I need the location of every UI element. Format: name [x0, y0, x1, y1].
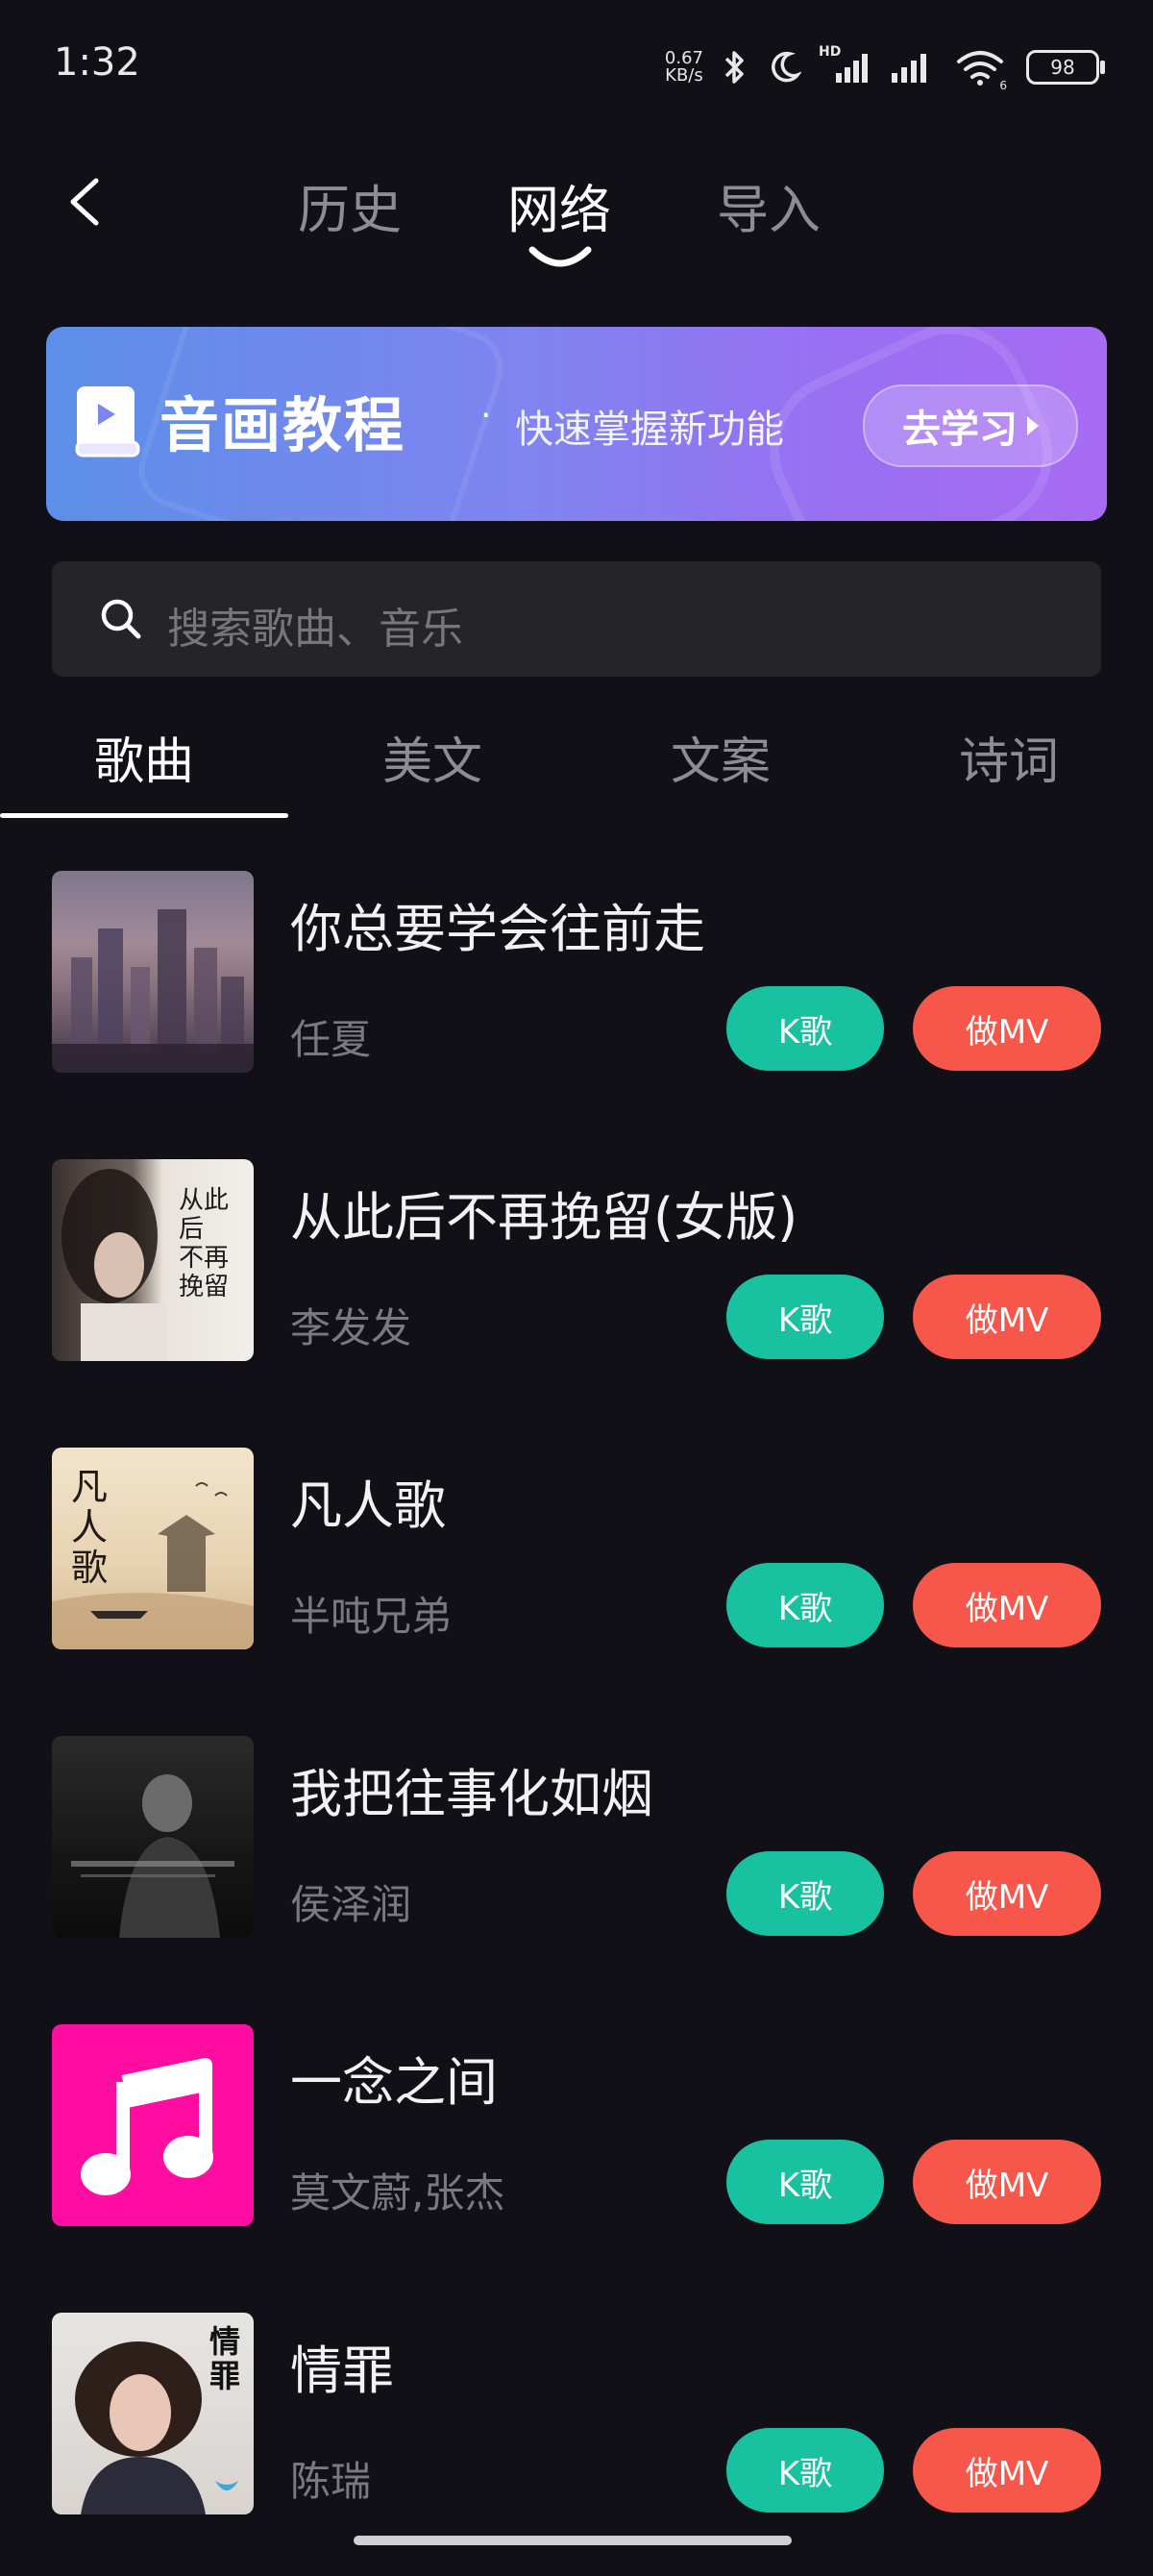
song-artist: 李发发: [290, 1304, 412, 1351]
net-speed: 0.67 KB/s: [664, 48, 703, 86]
song-artist: 陈瑞: [290, 2458, 372, 2505]
karaoke-button[interactable]: K歌: [726, 1851, 884, 1936]
album-cover-text: 从此后 不再挽留: [179, 1186, 230, 1301]
make-mv-button[interactable]: 做MV: [913, 1275, 1101, 1359]
tab-history[interactable]: 历史: [298, 167, 402, 243]
song-title: 一念之间: [290, 2052, 498, 2113]
karaoke-button[interactable]: K歌: [726, 2140, 884, 2224]
category-tab-underline: [0, 813, 288, 818]
karaoke-button[interactable]: K歌: [726, 986, 884, 1071]
banner-title: 音画教程: [159, 390, 406, 460]
song-title: 我把往事化如烟: [290, 1764, 653, 1824]
banner-separator: ·: [480, 396, 492, 435]
tab-network-label: 网络: [507, 180, 611, 240]
karaoke-button[interactable]: K歌: [726, 1563, 884, 1647]
song-row[interactable]: 你总要学会往前走 任夏 K歌 做MV: [0, 846, 1153, 1134]
tab-copywriting[interactable]: 文案: [671, 721, 771, 793]
top-header: 历史 网络 导入: [0, 154, 1153, 269]
back-icon[interactable]: [58, 173, 115, 231]
tutorial-banner[interactable]: 音画教程 · 快速掌握新功能 去学习: [46, 327, 1107, 521]
song-title: 凡人歌: [290, 1475, 446, 1536]
tab-poetry[interactable]: 诗词: [959, 721, 1059, 793]
make-mv-button[interactable]: 做MV: [913, 2140, 1101, 2224]
album-cover-text: 情罪: [209, 2323, 241, 2394]
top-tabs: 历史 网络 导入: [298, 167, 821, 267]
tab-songs[interactable]: 歌曲: [94, 721, 194, 793]
karaoke-button[interactable]: K歌: [726, 2428, 884, 2513]
active-tab-indicator: [528, 246, 592, 267]
karaoke-button[interactable]: K歌: [726, 1275, 884, 1359]
tab-import[interactable]: 导入: [717, 167, 821, 243]
album-cover: [52, 871, 254, 1073]
song-row[interactable]: 一念之间 莫文蔚,张杰 K歌 做MV: [0, 1999, 1153, 2288]
song-artist: 莫文蔚,张杰: [290, 2169, 505, 2217]
status-bar: 1:32 0.67 KB/s HD 6 98: [0, 0, 1153, 135]
song-artist: 任夏: [290, 1016, 372, 1063]
battery-icon: 98: [1026, 50, 1105, 85]
tab-network[interactable]: 网络: [507, 167, 611, 267]
home-indicator[interactable]: [354, 2536, 792, 2545]
song-title: 情罪: [290, 2341, 394, 2401]
tab-essays[interactable]: 美文: [382, 721, 482, 793]
song-title: 从此后不再挽留(女版): [290, 1187, 798, 1248]
make-mv-button[interactable]: 做MV: [913, 2428, 1101, 2513]
song-row[interactable]: 情罪 情罪 陈瑞 K歌 做MV: [0, 2288, 1153, 2576]
song-row[interactable]: 从此后 不再挽留 从此后不再挽留(女版) 李发发 K歌 做MV: [0, 1134, 1153, 1423]
banner-subtitle: 快速掌握新功能: [515, 408, 784, 452]
book-icon: [75, 386, 140, 458]
song-row[interactable]: 凡人歌 凡人歌 半吨兄弟 K歌 做MV: [0, 1423, 1153, 1711]
song-title: 你总要学会往前走: [290, 899, 705, 959]
signal-icon: [892, 54, 926, 83]
album-cover: [52, 2024, 254, 2226]
album-cover-text: 凡人歌: [71, 1466, 109, 1589]
play-triangle-icon: [1027, 416, 1039, 435]
album-cover: 情罪: [52, 2313, 254, 2514]
make-mv-button[interactable]: 做MV: [913, 986, 1101, 1071]
search-placeholder: 搜索歌曲、音乐: [167, 605, 463, 654]
status-icons: 0.67 KB/s HD 6 98: [664, 42, 1105, 92]
search-input[interactable]: 搜索歌曲、音乐: [52, 561, 1101, 677]
category-tabs: 歌曲 美文 文案 诗词: [0, 711, 1153, 827]
wifi-icon: 6: [955, 48, 1009, 92]
song-artist: 半吨兄弟: [290, 1593, 453, 1640]
album-cover: 凡人歌: [52, 1448, 254, 1649]
status-time: 1:32: [54, 40, 140, 85]
signal-icon-1: HD: [819, 44, 871, 87]
song-artist: 侯泽润: [290, 1881, 412, 1928]
music-note-icon: [81, 2058, 213, 2195]
bluetooth-icon: [724, 51, 744, 84]
album-cover: 从此后 不再挽留: [52, 1159, 254, 1361]
moon-icon: [772, 51, 801, 83]
make-mv-button[interactable]: 做MV: [913, 1851, 1101, 1936]
song-row[interactable]: 我把往事化如烟 侯泽润 K歌 做MV: [0, 1711, 1153, 1999]
search-icon: [101, 599, 141, 639]
album-cover: [52, 1736, 254, 1938]
learn-button[interactable]: 去学习: [863, 384, 1078, 467]
make-mv-button[interactable]: 做MV: [913, 1563, 1101, 1647]
learn-button-label: 去学习: [902, 408, 1018, 452]
